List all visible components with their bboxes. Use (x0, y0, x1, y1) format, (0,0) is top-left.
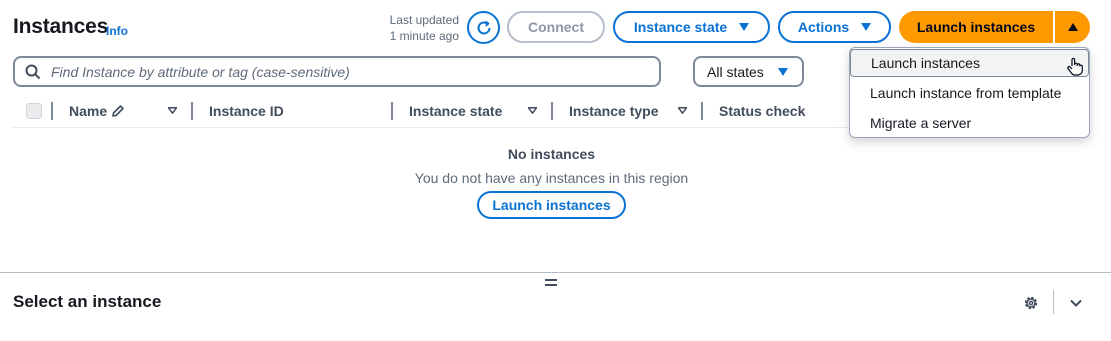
chevron-down-icon (1070, 299, 1082, 307)
refresh-icon (477, 20, 490, 34)
launch-instances-button[interactable]: Launch instances (899, 11, 1053, 43)
connect-label: Connect (528, 19, 584, 35)
last-updated: Last updated 1 minute ago (370, 12, 459, 44)
column-header-name[interactable]: Name (69, 100, 125, 122)
column-header-instance-type[interactable]: Instance type (569, 100, 658, 122)
gear-icon (1024, 296, 1038, 310)
panel-collapse-button[interactable] (1066, 293, 1086, 313)
launch-dropdown-toggle[interactable] (1055, 11, 1090, 43)
connect-button[interactable]: Connect (507, 11, 605, 43)
refresh-button[interactable] (467, 11, 500, 44)
select-all-checkbox[interactable] (26, 103, 42, 119)
state-filter-select[interactable]: All states (693, 56, 804, 87)
instance-state-label: Instance state (633, 19, 728, 35)
column-divider (701, 102, 703, 120)
empty-launch-label: Launch instances (492, 197, 611, 213)
state-filter-value: All states (707, 63, 764, 80)
column-header-instance-id[interactable]: Instance ID (209, 100, 284, 122)
column-header-status-check[interactable]: Status check (719, 100, 805, 122)
panel-header-divider (1053, 290, 1054, 314)
drag-handle-icon[interactable] (545, 279, 557, 286)
launch-instances-label: Launch instances (916, 19, 1036, 35)
actions-label: Actions (797, 19, 850, 35)
instance-state-button[interactable]: Instance state (613, 11, 770, 43)
column-divider (51, 102, 53, 120)
sort-icon[interactable] (528, 107, 537, 114)
sort-icon[interactable] (678, 107, 687, 114)
table-header-divider (13, 127, 848, 128)
empty-state-message: You do not have any instances in this re… (414, 170, 689, 186)
panel-settings-button[interactable] (1021, 293, 1041, 313)
search-input[interactable]: Find Instance by attribute or tag (case-… (13, 56, 661, 87)
column-divider (191, 102, 193, 120)
search-icon (25, 64, 41, 79)
column-divider (551, 102, 553, 120)
menu-item-launch-instances[interactable]: Launch instances (850, 49, 1089, 77)
actions-button[interactable]: Actions (778, 11, 891, 43)
empty-launch-instances-button[interactable]: Launch instances (477, 191, 626, 219)
sort-icon[interactable] (168, 107, 177, 114)
menu-item-migrate-server[interactable]: Migrate a server (850, 109, 1089, 137)
hand-cursor-icon (1067, 57, 1083, 76)
caret-down-icon (861, 23, 872, 31)
column-header-instance-state[interactable]: Instance state (409, 100, 502, 122)
caret-down-icon (777, 67, 788, 76)
launch-dropdown-menu: Launch instances Launch instance from te… (849, 47, 1090, 138)
empty-state-title: No instances (507, 146, 596, 162)
caret-down-icon (739, 23, 750, 31)
pencil-icon (112, 105, 124, 117)
menu-item-launch-from-template[interactable]: Launch instance from template (850, 79, 1089, 107)
column-divider (391, 102, 393, 120)
page-title: Instances (13, 15, 109, 38)
caret-up-icon (1067, 23, 1078, 31)
split-panel-divider (0, 272, 1111, 273)
column-header-name-label: Name (69, 103, 108, 119)
info-link[interactable]: Info (106, 24, 128, 38)
details-panel-title: Select an instance (13, 292, 162, 311)
last-updated-label: Last updated (389, 13, 459, 27)
search-placeholder: Find Instance by attribute or tag (case-… (51, 63, 350, 80)
last-updated-time: 1 minute ago (389, 29, 459, 43)
